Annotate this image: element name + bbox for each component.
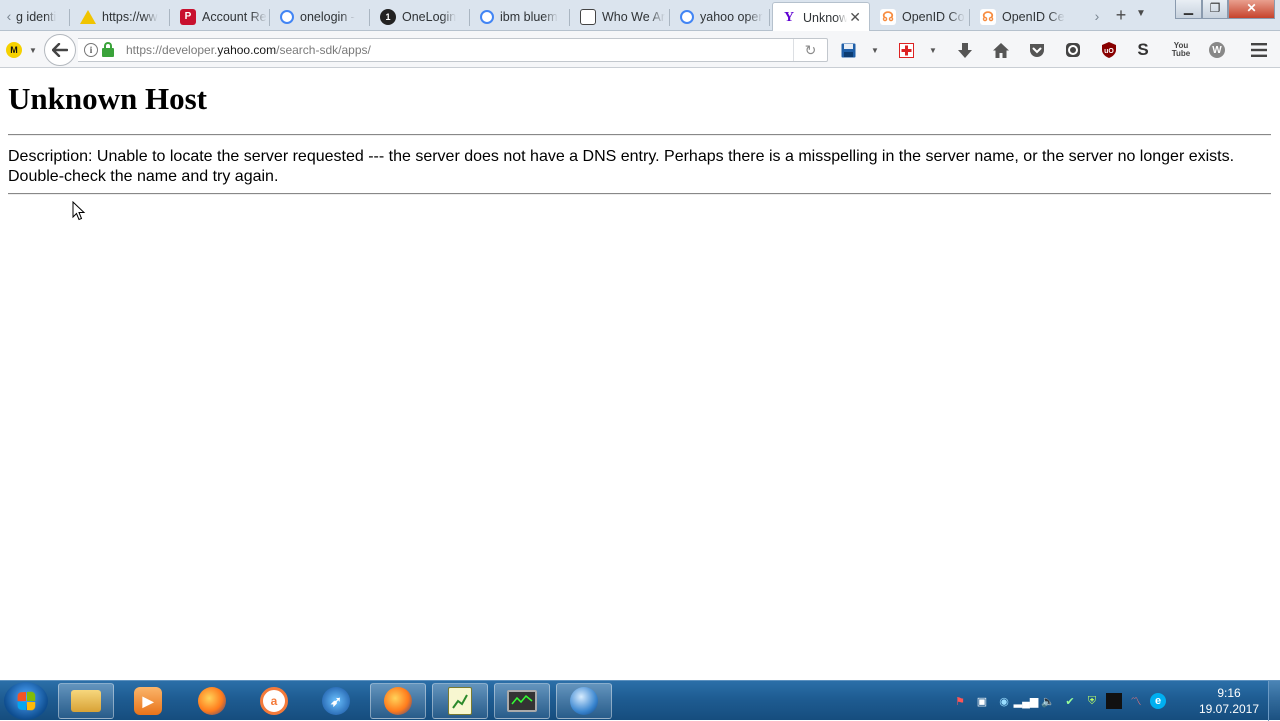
s-addon-icon[interactable]: S: [1133, 40, 1153, 60]
menu-icon[interactable]: [1249, 40, 1269, 60]
tab-7[interactable]: Who We Ar: [580, 2, 670, 31]
tab-title: https://ww: [102, 9, 158, 24]
tab-3[interactable]: P Account Re: [180, 2, 270, 31]
error-description: Description: Unable to locate the server…: [8, 148, 1235, 185]
google-icon: [480, 9, 494, 24]
home-icon[interactable]: [991, 40, 1011, 60]
system-clock[interactable]: 9:16 19.07.2017: [1194, 685, 1264, 717]
openid-icon: ☊: [980, 8, 996, 25]
restore-icon[interactable]: ❐: [1202, 0, 1228, 19]
w-addon-icon[interactable]: W: [1207, 40, 1227, 60]
firefox-active-icon[interactable]: [370, 683, 426, 719]
divider: [8, 193, 1271, 195]
show-desktop-button[interactable]: [1268, 681, 1280, 721]
windows-taskbar: ▶ a ➶ ⚑ ▣ ◉ ▂▄▆ 🔈 ✔ ⛨ 〽 e 9:16 19.07.201…: [0, 680, 1280, 721]
tab-strip: ‹ g identi https://ww P Account Re onelo…: [0, 0, 1280, 32]
google-icon: [280, 9, 294, 24]
media-player-icon[interactable]: ▶: [120, 683, 176, 719]
ublock-icon[interactable]: uO: [1099, 40, 1119, 60]
tab-title: g identi: [16, 9, 57, 24]
tab-4[interactable]: onelogin -: [280, 2, 370, 31]
info-icon[interactable]: i: [84, 43, 98, 57]
tab-8[interactable]: yahoo oper: [680, 2, 770, 31]
tab-5[interactable]: 1 OneLogin: [380, 2, 470, 31]
shield-tray-icon[interactable]: ⛨: [1084, 693, 1100, 709]
tab-title: onelogin -: [300, 9, 355, 24]
flag-alert-icon[interactable]: ⚑: [952, 693, 968, 709]
tab-scroll-left-icon[interactable]: ‹: [2, 7, 16, 25]
chevron-down-icon[interactable]: ▼: [870, 42, 880, 58]
device-icon[interactable]: ▣: [974, 693, 990, 709]
page-content: Unknown Host Description: Unable to loca…: [0, 69, 1280, 680]
start-button[interactable]: [4, 682, 48, 720]
tab-title: OpenID Co: [902, 9, 965, 24]
close-window-icon[interactable]: ✕: [1228, 0, 1275, 19]
tab-title: yahoo oper: [700, 9, 763, 24]
tab-scroll-right-icon[interactable]: ›: [1090, 7, 1104, 25]
tab-title: Unknow: [803, 10, 847, 25]
console-tray-icon[interactable]: [1106, 693, 1122, 709]
google-icon: [680, 9, 694, 24]
svg-text:uO: uO: [1104, 48, 1114, 55]
clock-time: 9:16: [1217, 686, 1241, 700]
divider: [8, 134, 1271, 136]
chart-tray-icon[interactable]: 〽: [1128, 693, 1144, 709]
onelogin-icon: 1: [380, 8, 396, 25]
new-tab-icon[interactable]: +: [1112, 5, 1130, 25]
tab-title: OneLogin: [402, 9, 457, 24]
document-icon: [580, 8, 596, 25]
reload-icon[interactable]: ↻: [793, 39, 827, 61]
yahoo-icon: Y: [781, 9, 797, 26]
system-monitor-icon[interactable]: [494, 683, 550, 719]
chevron-down-icon[interactable]: ▼: [928, 42, 938, 58]
warning-icon: [80, 9, 96, 24]
volume-icon[interactable]: 🔈: [1040, 693, 1056, 709]
chevron-down-icon[interactable]: ▼: [28, 42, 38, 58]
tab-title: Who We Ar: [602, 9, 665, 24]
sync-tray-icon[interactable]: ◉: [996, 693, 1012, 709]
system-tray: ⚑ ▣ ◉ ▂▄▆ 🔈 ✔ ⛨ 〽 e: [952, 693, 1166, 709]
notepad-chart-icon[interactable]: [432, 683, 488, 719]
address-bar[interactable]: i https://developer.yahoo.com/search-sdk…: [78, 38, 828, 62]
tab-title: ibm bluem: [500, 9, 558, 24]
network-signal-icon[interactable]: ▂▄▆: [1014, 693, 1039, 709]
arrow-left-icon: [52, 43, 68, 57]
tab-10[interactable]: ☊ OpenID Co: [880, 2, 970, 31]
navigation-toolbar: M ▼ i https://developer.yahoo.com/search…: [0, 31, 1280, 68]
tab-2[interactable]: https://ww: [80, 2, 170, 31]
safari-like-icon[interactable]: ➶: [308, 683, 364, 719]
skype-tray-icon[interactable]: e: [1150, 693, 1166, 709]
close-tab-icon[interactable]: ✕: [849, 9, 861, 26]
clock-date: 19.07.2017: [1198, 702, 1260, 716]
tab-title: OpenID Ce: [1002, 9, 1065, 24]
addon-m-icon[interactable]: M: [6, 42, 22, 58]
firefox-icon[interactable]: [184, 683, 240, 719]
back-button[interactable]: [44, 34, 76, 66]
tab-active-unknown-host[interactable]: Y Unknow ✕: [772, 2, 870, 32]
sync-icon[interactable]: [1063, 40, 1083, 60]
lock-icon[interactable]: [102, 42, 114, 57]
antivirus-icon[interactable]: a: [246, 683, 302, 719]
tab-11[interactable]: ☊ OpenID Ce: [980, 2, 1070, 31]
tab-1[interactable]: g identi: [16, 2, 70, 31]
usb-icon[interactable]: ✔: [1062, 693, 1078, 709]
save-icon[interactable]: [838, 40, 858, 60]
network-globe-icon[interactable]: [556, 683, 612, 719]
windows-logo-icon: [17, 691, 36, 711]
first-aid-icon[interactable]: [896, 40, 916, 60]
url-text[interactable]: https://developer.yahoo.com/search-sdk/a…: [126, 43, 371, 57]
list-all-tabs-icon[interactable]: ▼: [1136, 8, 1146, 19]
youtube-icon[interactable]: You Tube: [1170, 40, 1192, 60]
minimize-icon[interactable]: ▁: [1175, 0, 1202, 19]
tab-title: Account Re: [202, 9, 267, 24]
openid-icon: ☊: [880, 8, 896, 25]
p-logo-icon: P: [180, 8, 196, 25]
mouse-cursor-icon: [72, 201, 86, 221]
page-title: Unknown Host: [8, 81, 207, 116]
file-explorer-icon[interactable]: [58, 683, 114, 719]
tab-6[interactable]: ibm bluem: [480, 2, 570, 31]
download-icon[interactable]: [955, 40, 975, 60]
pocket-icon[interactable]: [1027, 40, 1047, 60]
